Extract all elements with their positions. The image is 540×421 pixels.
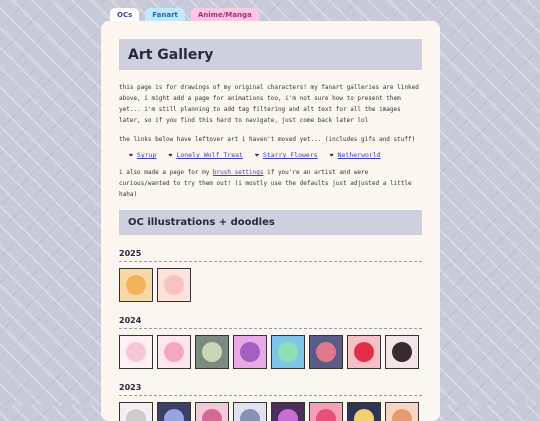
section-title: OC illustrations + doodles: [119, 210, 422, 235]
years-container: 2025 2024 2023: [101, 249, 440, 421]
gallery-thumbnail[interactable]: [119, 335, 153, 369]
gallery-thumbnail[interactable]: [271, 335, 305, 369]
link-item: ❤ Lonely Wolf Treat: [169, 151, 243, 159]
oc-drawing-icon: [278, 342, 298, 362]
oc-drawing-icon: [164, 342, 184, 362]
leftover-text: the links below have leftover art i have…: [119, 136, 416, 143]
oc-drawing-icon: [164, 275, 184, 295]
link-lonely-wolf-treat[interactable]: Lonely Wolf Treat: [176, 151, 243, 159]
link-item: ❤ Starry Flowers: [255, 151, 318, 159]
heart-icon: ❤: [129, 151, 133, 159]
link-netherworld[interactable]: Netherworld: [338, 151, 381, 159]
oc-drawing-icon: [126, 275, 146, 295]
year-heading-2024: 2024: [119, 316, 422, 329]
oc-drawing-icon: [164, 409, 184, 421]
brush-text: i also made a page for my brush settings…: [119, 167, 422, 200]
page-title: Art Gallery: [119, 39, 422, 70]
oc-drawing-icon: [278, 409, 298, 421]
oc-drawing-icon: [316, 409, 336, 421]
oc-drawing-icon: [202, 409, 222, 421]
gallery-thumbnail[interactable]: [385, 335, 419, 369]
heart-icon: ❤: [329, 151, 334, 159]
oc-drawing-icon: [202, 342, 222, 362]
oc-drawing-icon: [240, 409, 260, 421]
link-item: ❤ Syrup: [129, 151, 157, 159]
oc-drawing-icon: [392, 409, 412, 421]
gallery-thumbnail[interactable]: [347, 335, 381, 369]
thumbnail-grid: [119, 335, 422, 369]
brush-settings-link[interactable]: brush settings: [213, 169, 264, 176]
link-starry-flowers[interactable]: Starry Flowers: [263, 151, 318, 159]
link-syrup[interactable]: Syrup: [137, 151, 157, 159]
heart-icon: ❤: [168, 151, 173, 159]
oc-drawing-icon: [126, 342, 146, 362]
link-item: ❤ Netherworld: [330, 151, 381, 159]
oc-drawing-icon: [354, 409, 374, 421]
gallery-thumbnail[interactable]: [233, 335, 267, 369]
gallery-thumbnail[interactable]: [157, 268, 191, 302]
gallery-card: Art Gallery this page is for drawings of…: [101, 21, 440, 421]
gallery-thumbnail[interactable]: [195, 335, 229, 369]
oc-drawing-icon: [316, 342, 336, 362]
oc-drawing-icon: [240, 342, 260, 362]
brush-text-before: i also made a page for my: [119, 169, 213, 176]
leftover-links: ❤ Syrup ❤ Lonely Wolf Treat ❤ Starry Flower…: [129, 151, 422, 159]
oc-drawing-icon: [392, 342, 412, 362]
thumbnail-grid: [119, 268, 422, 302]
gallery-thumbnail[interactable]: [157, 335, 191, 369]
gallery-thumbnail[interactable]: [309, 335, 343, 369]
intro-text: this page is for drawings of my original…: [119, 84, 419, 124]
gallery-thumbnail[interactable]: [119, 268, 153, 302]
year-heading-2025: 2025: [119, 249, 422, 262]
oc-drawing-icon: [126, 409, 146, 421]
oc-drawing-icon: [354, 342, 374, 362]
year-heading-2023: 2023: [119, 383, 422, 396]
heart-icon: ❤: [254, 151, 259, 159]
